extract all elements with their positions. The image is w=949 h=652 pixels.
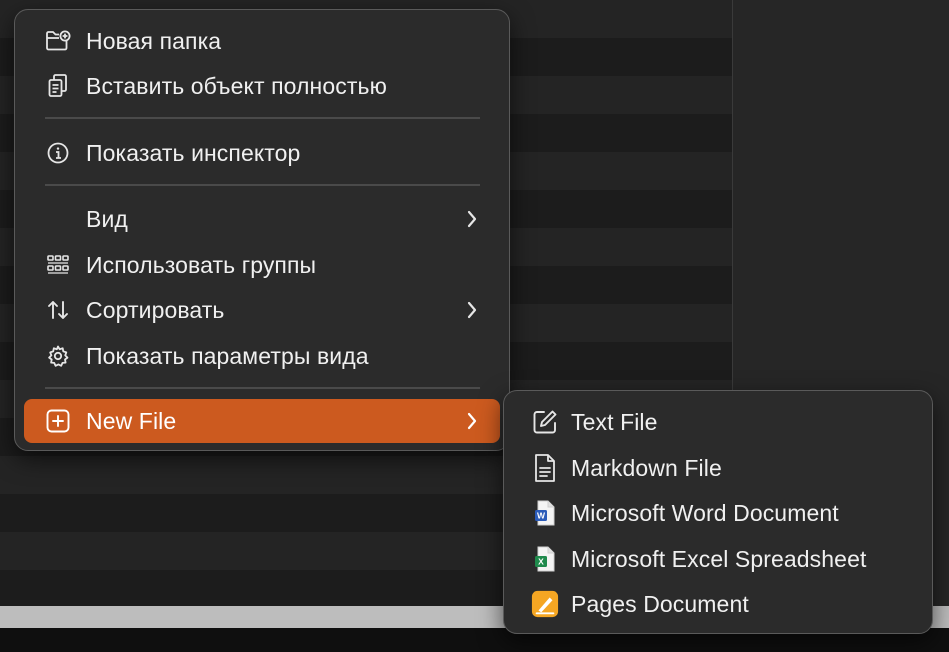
submenu-item-label: Pages Document <box>571 590 749 617</box>
menu-item-label: Показать инспектор <box>86 139 301 166</box>
plus-square-icon <box>44 407 72 435</box>
menu-item-label: Использовать группы <box>86 251 317 278</box>
grid-icon <box>44 251 72 279</box>
submenu-item-text-file[interactable]: Text File <box>513 400 923 444</box>
menu-separator <box>45 117 480 119</box>
submenu-item-pages-document[interactable]: Pages Document <box>513 582 923 626</box>
menu-separator <box>45 184 480 186</box>
paste-icon <box>44 72 72 100</box>
menu-item-label: Показать параметры вида <box>86 342 369 369</box>
menu-item-paste-item-exactly[interactable]: Вставить объект полностью <box>24 64 500 108</box>
menu-item-label: New File <box>86 407 177 434</box>
menu-item-label: Новая папка <box>86 27 222 54</box>
pages-app-icon <box>531 590 559 618</box>
document-icon <box>531 454 559 482</box>
sort-arrows-icon <box>44 296 72 324</box>
svg-text:X: X <box>538 557 544 567</box>
menu-item-label: Вставить объект полностью <box>86 72 387 99</box>
menu-item-label: Сортировать <box>86 296 225 323</box>
menu-item-show-inspector[interactable]: Показать инспектор <box>24 131 500 175</box>
submenu-item-label: Markdown File <box>571 454 722 481</box>
submenu-item-excel-spreadsheet[interactable]: X Microsoft Excel Spreadsheet <box>513 537 923 581</box>
gear-icon <box>44 342 72 370</box>
submenu-item-label: Microsoft Excel Spreadsheet <box>571 545 867 572</box>
menu-item-new-file[interactable]: New File <box>24 399 500 443</box>
submenu-item-label: Microsoft Word Document <box>571 499 839 526</box>
chevron-right-icon <box>460 209 484 229</box>
context-menu: Новая папка Вставить объект полностью По… <box>14 9 510 451</box>
menu-item-label: Вид <box>86 205 128 232</box>
chevron-right-icon <box>460 300 484 320</box>
submenu-item-markdown-file[interactable]: Markdown File <box>513 446 923 490</box>
menu-item-show-view-options[interactable]: Показать параметры вида <box>24 334 500 378</box>
submenu-item-label: Text File <box>571 408 658 435</box>
submenu-item-word-document[interactable]: W Microsoft Word Document <box>513 491 923 535</box>
menu-item-use-groups[interactable]: Использовать группы <box>24 243 500 287</box>
new-file-submenu: Text File Markdown File W Microsoft Word… <box>503 390 933 634</box>
menu-item-sort[interactable]: Сортировать <box>24 288 500 332</box>
word-file-icon: W <box>531 499 559 527</box>
menu-item-view[interactable]: Вид <box>24 197 500 241</box>
info-icon <box>44 139 72 167</box>
excel-file-icon: X <box>531 545 559 573</box>
chevron-right-icon <box>460 411 484 431</box>
menu-item-new-folder[interactable]: Новая папка <box>24 19 500 63</box>
svg-text:W: W <box>537 511 546 521</box>
menu-separator <box>45 387 480 389</box>
pencil-edit-icon <box>531 408 559 436</box>
new-folder-icon <box>44 27 72 55</box>
